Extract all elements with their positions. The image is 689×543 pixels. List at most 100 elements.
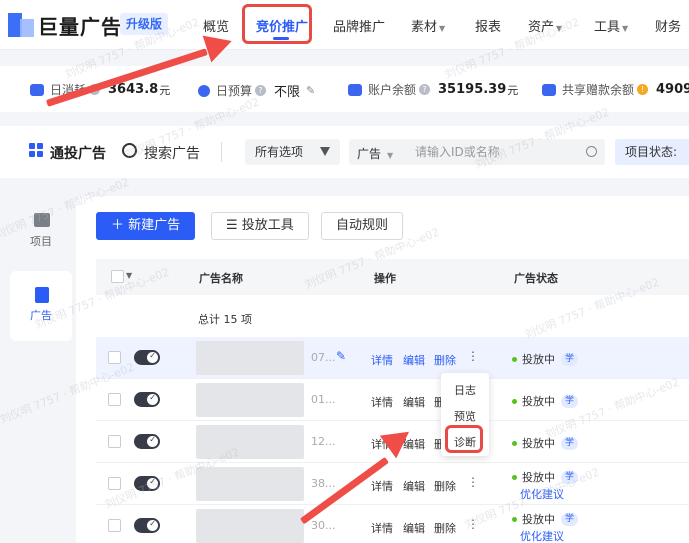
ad-name-redacted: [196, 509, 304, 543]
nav-item-materials[interactable]: 素材 ▼: [411, 16, 445, 35]
top-nav: 巨量广告 升级版 概览 竞价推广 品牌推广 素材 ▼ 报表 资产 ▼ 工具 ▼ 财务: [0, 0, 689, 50]
table-row: ✓ 07... ✎ 详情 编辑 删除 ⋮ 投放中学: [96, 337, 689, 379]
chevron-down-icon[interactable]: ▼: [126, 271, 132, 280]
plus-icon: ＋: [111, 218, 129, 233]
upgrade-badge[interactable]: 升级版: [120, 13, 169, 35]
ad-status: 投放中学: [512, 435, 579, 451]
detail-link[interactable]: 详情: [371, 352, 393, 368]
sidebar-item-ads[interactable]: 广告: [10, 271, 72, 341]
project-status-filter[interactable]: 项目状态:: [615, 139, 689, 165]
detail-link[interactable]: 详情: [371, 478, 393, 494]
delete-link[interactable]: 删除: [434, 478, 456, 494]
status-dot: [512, 356, 517, 362]
more-options-icon[interactable]: ⋮: [467, 475, 479, 489]
learning-badge: 学: [561, 512, 579, 526]
account-stats-bar: 日消耗 ? 3643.8元 日预算 ? 不限 ✎ 账户余额 ? 35195.39…: [0, 66, 689, 112]
stat-daily-budget: 日预算 ? 不限 ✎: [198, 81, 315, 100]
balance-card-icon: [348, 83, 362, 96]
search-box: 广告 ▼: [349, 139, 605, 165]
edit-pencil-icon[interactable]: ✎: [306, 84, 315, 97]
learning-badge: 学: [561, 470, 579, 484]
edit-link[interactable]: 编辑: [403, 478, 425, 494]
ad-name-redacted: [196, 467, 304, 501]
status-toggle[interactable]: ✓: [134, 518, 160, 533]
help-icon[interactable]: ?: [255, 85, 267, 96]
table-header: ▼ 广告名称 操作 广告状态: [96, 259, 689, 295]
nav-item-finance[interactable]: 财务: [655, 16, 681, 35]
learning-badge: 学: [561, 436, 579, 450]
row-checkbox[interactable]: [108, 435, 121, 448]
column-header-ops: 操作: [374, 272, 396, 285]
nav-item-assets[interactable]: 资产 ▼: [528, 16, 562, 35]
filter-funnel-icon: [320, 147, 330, 156]
delete-link[interactable]: 删除: [434, 520, 456, 536]
wallet-icon: [30, 83, 44, 96]
tab-general-ads[interactable]: 通投广告: [50, 143, 106, 163]
select-all-checkbox[interactable]: [111, 270, 124, 283]
sidebar-item-projects[interactable]: 项目: [10, 197, 72, 267]
help-icon[interactable]: ?: [419, 84, 431, 95]
edit-link[interactable]: 编辑: [403, 394, 425, 410]
auto-rules-button[interactable]: 自动规则: [321, 212, 404, 240]
optimization-suggestion-link[interactable]: 优化建议: [520, 528, 564, 543]
tab-search-ads[interactable]: 搜索广告: [144, 143, 200, 163]
delete-link[interactable]: 删除: [434, 352, 456, 368]
stat-shared-grant-balance: 共享赠款余额 ! 4909.0: [542, 81, 689, 98]
warning-icon[interactable]: !: [637, 84, 649, 95]
search-icon[interactable]: [586, 146, 597, 157]
edit-name-pencil-icon[interactable]: ✎: [336, 349, 346, 363]
all-options-filter[interactable]: 所有选项: [245, 139, 340, 165]
total-count: 总计 15 项: [198, 313, 252, 326]
ad-name-redacted: [196, 425, 304, 459]
status-toggle[interactable]: ✓: [134, 476, 160, 491]
detail-link[interactable]: 详情: [371, 394, 393, 410]
coin-stack-icon: [198, 84, 210, 97]
status-dot: [512, 516, 517, 522]
ad-name-redacted: [196, 341, 304, 375]
more-options-icon[interactable]: ⋮: [467, 349, 479, 363]
optimization-suggestion-link[interactable]: 优化建议: [520, 486, 564, 502]
ad-status: 投放中学: [512, 511, 579, 527]
edit-link[interactable]: 编辑: [403, 520, 425, 536]
table-row: ✓ 38... 详情 编辑 删除 ⋮ 投放中学 优化建议: [96, 463, 689, 505]
gift-icon: [542, 83, 556, 96]
menu-item-preview[interactable]: 预览: [441, 408, 489, 424]
row-checkbox[interactable]: [108, 351, 121, 364]
row-checkbox[interactable]: [108, 393, 121, 406]
table-row: ✓ 01... 详情 编辑 删除 投放中学: [96, 379, 689, 421]
detail-link[interactable]: 详情: [371, 520, 393, 536]
chevron-down-icon: ▼: [622, 24, 629, 33]
menu-item-log[interactable]: 日志: [441, 382, 489, 398]
chevron-down-icon: ▼: [556, 24, 563, 33]
ad-name-redacted: [196, 383, 304, 417]
column-header-status: 广告状态: [514, 272, 558, 285]
status-dot: [512, 474, 517, 480]
edit-link[interactable]: 编辑: [403, 352, 425, 368]
nav-item-reports[interactable]: 报表: [475, 16, 501, 35]
row-checkbox[interactable]: [108, 477, 121, 490]
filter-bar: 通投广告 搜索广告 所有选项 广告▼ 项目状态:: [0, 126, 689, 178]
ad-status: 投放中学: [512, 393, 579, 409]
list-icon: ☰: [226, 218, 242, 233]
search-type-select[interactable]: 广告 ▼: [357, 145, 393, 162]
more-options-icon[interactable]: ⋮: [467, 517, 479, 531]
brand-logo-icon[interactable]: [8, 13, 34, 37]
nav-item-tools[interactable]: 工具 ▼: [594, 16, 628, 35]
brand-name[interactable]: 巨量广告: [38, 11, 122, 40]
status-dot: [512, 398, 517, 404]
grid-icon: [29, 143, 43, 157]
learning-badge: 学: [561, 352, 579, 366]
highlight-box-diagnose: [445, 425, 483, 453]
delivery-tools-button[interactable]: ☰ 投放工具: [211, 212, 309, 240]
ad-status: 投放中学: [512, 469, 579, 485]
highlight-box-bidding-promotion: [242, 4, 312, 44]
ad-status: 投放中学: [512, 351, 579, 367]
row-checkbox[interactable]: [108, 519, 121, 532]
status-toggle[interactable]: ✓: [134, 350, 160, 365]
search-input[interactable]: [415, 142, 575, 162]
new-ad-button[interactable]: ＋ 新建广告: [96, 212, 196, 240]
column-header-name: 广告名称: [199, 272, 243, 285]
status-toggle[interactable]: ✓: [134, 434, 160, 449]
nav-item-brand-promotion[interactable]: 品牌推广: [333, 16, 385, 35]
status-toggle[interactable]: ✓: [134, 392, 160, 407]
